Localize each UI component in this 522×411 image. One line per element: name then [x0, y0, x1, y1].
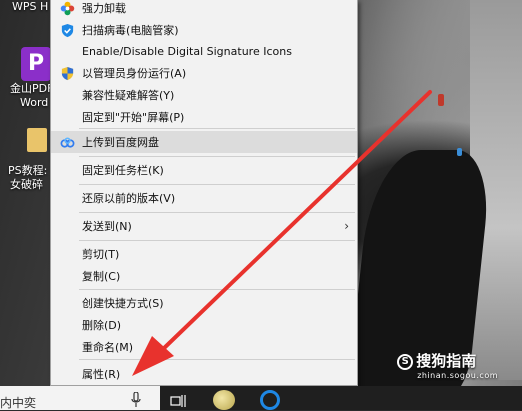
- browser-icon[interactable]: [260, 390, 280, 410]
- context-menu: 强力卸载 扫描病毒(电脑管家) Enable/Disable Digital S…: [50, 0, 358, 386]
- watermark-main-text: 搜狗指南: [416, 352, 477, 370]
- folder-icon[interactable]: [27, 128, 47, 152]
- folder-label-line1[interactable]: PS教程:: [8, 164, 47, 178]
- app-icon[interactable]: [213, 390, 235, 410]
- menu-item-restore-versions[interactable]: 还原以前的版本(V): [51, 187, 357, 209]
- pdf-app-label-line2[interactable]: Word: [20, 96, 48, 110]
- microphone-icon[interactable]: [131, 392, 141, 408]
- menu-item-virus-scan[interactable]: 扫描病毒(电脑管家): [51, 19, 357, 41]
- menu-separator: [79, 212, 355, 213]
- taskbar: 内中奕: [0, 386, 522, 410]
- menu-item-pin-start[interactable]: 固定到"开始"屏幕(P): [51, 106, 357, 128]
- chevron-right-icon: ›: [344, 219, 349, 233]
- menu-item-label: 固定到"开始"屏幕(P): [82, 111, 185, 124]
- menu-separator: [79, 240, 355, 241]
- menu-item-label: 扫描病毒(电脑管家): [82, 24, 179, 37]
- menu-item-label: 删除(D): [82, 319, 122, 332]
- sogou-watermark: S 搜狗指南 zhinan.sogou.com: [397, 350, 498, 380]
- menu-item-properties[interactable]: 属性(R): [51, 363, 357, 385]
- pdf-app-icon[interactable]: P: [21, 47, 51, 81]
- colorful-flower-icon: [60, 1, 75, 15]
- wps-desktop-label[interactable]: WPS H: [12, 0, 48, 14]
- menu-item-label: 创建快捷方式(S): [82, 297, 164, 310]
- task-view-icon[interactable]: [170, 394, 186, 408]
- menu-item-label: 重命名(M): [82, 341, 134, 354]
- menu-item-label: 属性(R): [82, 368, 121, 381]
- menu-item-send-to[interactable]: 发送到(N) ›: [51, 215, 357, 237]
- menu-item-compatibility[interactable]: 兼容性疑难解答(Y): [51, 84, 357, 106]
- menu-item-copy[interactable]: 复制(C): [51, 265, 357, 287]
- menu-item-label: 复制(C): [82, 270, 121, 283]
- menu-item-label: 兼容性疑难解答(Y): [82, 89, 175, 102]
- menu-item-label: 上传到百度网盘: [82, 136, 159, 149]
- menu-item-label: 以管理员身份运行(A): [82, 67, 187, 80]
- shield-check-icon: [61, 23, 74, 37]
- menu-separator: [79, 128, 355, 129]
- folder-label-line2[interactable]: 女破碎: [10, 178, 43, 192]
- menu-item-create-shortcut[interactable]: 创建快捷方式(S): [51, 292, 357, 314]
- menu-separator: [79, 184, 355, 185]
- menu-item-label: 还原以前的版本(V): [82, 192, 176, 205]
- wallpaper-climber-red: [438, 94, 444, 106]
- menu-item-label: Enable/Disable Digital Signature Icons: [82, 44, 292, 58]
- baidu-cloud-icon: [60, 136, 75, 148]
- menu-item-label: 剪切(T): [82, 248, 120, 261]
- menu-item-rename[interactable]: 重命名(M): [51, 336, 357, 358]
- watermark-main: S 搜狗指南: [397, 350, 498, 371]
- menu-item-run-as-admin[interactable]: 以管理员身份运行(A): [51, 62, 357, 84]
- menu-item-digital-signature[interactable]: Enable/Disable Digital Signature Icons: [51, 40, 357, 62]
- menu-item-label: 强力卸载: [82, 2, 126, 15]
- menu-item-uninstall[interactable]: 强力卸载: [51, 0, 357, 19]
- taskbar-search-box[interactable]: 内中奕: [0, 386, 160, 410]
- menu-item-delete[interactable]: 删除(D): [51, 314, 357, 336]
- wallpaper-climber-blue: [457, 148, 462, 156]
- uac-shield-icon: [61, 66, 74, 80]
- pdf-app-label-line1[interactable]: 金山PDF: [10, 82, 53, 96]
- sogou-logo-icon: S: [397, 353, 414, 370]
- menu-item-pin-taskbar[interactable]: 固定到任务栏(K): [51, 159, 357, 181]
- watermark-sub: zhinan.sogou.com: [417, 371, 498, 380]
- menu-separator: [79, 156, 355, 157]
- menu-separator: [79, 359, 355, 360]
- menu-separator: [79, 289, 355, 290]
- search-placeholder: 内中奕: [0, 396, 37, 410]
- menu-item-label: 发送到(N): [82, 220, 132, 233]
- menu-item-baidu-upload[interactable]: 上传到百度网盘: [51, 131, 357, 153]
- menu-item-cut[interactable]: 剪切(T): [51, 243, 357, 265]
- menu-item-label: 固定到任务栏(K): [82, 164, 164, 177]
